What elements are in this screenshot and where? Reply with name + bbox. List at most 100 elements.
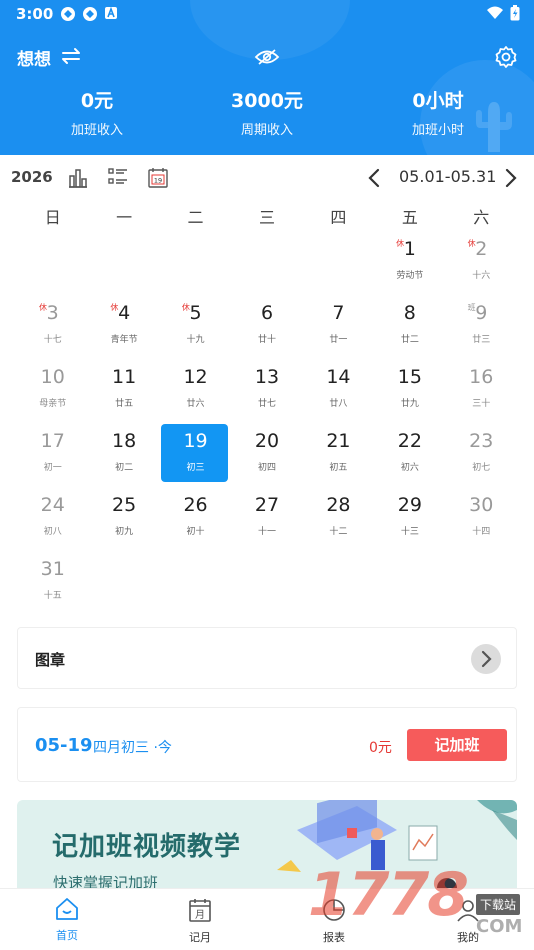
calendar-day[interactable]: 29 十三 (374, 488, 445, 550)
period-income-stat: 3000元 周期收入 (197, 86, 337, 138)
chevron-left-icon[interactable] (366, 167, 382, 189)
calendar-day[interactable]: 30 十四 (446, 488, 517, 550)
day-number: 24 (40, 494, 65, 516)
calendar-day[interactable]: 25 初九 (88, 488, 159, 550)
stat-label: 加班收入 (70, 123, 123, 138)
calendar-day[interactable]: 6 廿十 (231, 296, 302, 358)
account-name[interactable]: 想想 (17, 45, 51, 70)
system-icons (486, 5, 520, 21)
lunar-label: 初五 (329, 463, 348, 473)
banner-title: 记加班视频教学 (52, 832, 242, 862)
calendar-day[interactable]: 26 初十 (160, 488, 231, 550)
weekday-label: 二 (187, 208, 204, 227)
lunar-label: 廿十 (257, 335, 276, 345)
calendar-day[interactable]: 7 廿一 (303, 296, 374, 358)
day-number: 6 (260, 302, 274, 324)
seal-card[interactable]: 图章 (17, 627, 517, 689)
lunar-label: 初四 (257, 463, 276, 473)
calendar-day[interactable]: 10 母亲节 (17, 360, 88, 422)
swap-icon[interactable] (60, 46, 82, 66)
calendar-day[interactable]: 21 初五 (303, 424, 374, 486)
watermark-text: 1778 (308, 860, 469, 930)
eye-hidden-icon[interactable] (254, 47, 280, 67)
day-number: 8 (403, 302, 416, 324)
nav-label: 首页 (56, 929, 78, 942)
lunar-label: 廿九 (400, 399, 419, 409)
calendar-day[interactable]: 13 廿七 (231, 360, 302, 422)
day-number: 28 (326, 494, 351, 516)
calendar-day[interactable]: 24 初八 (17, 488, 88, 550)
nav-month-record[interactable]: 月 记月 (160, 897, 240, 945)
day-number: 27 (254, 494, 280, 516)
day-number: 1 (403, 238, 416, 260)
lunar-label: 母亲节 (39, 399, 67, 409)
lunar-label: 青年节 (110, 335, 138, 345)
weekday-label: 六 (473, 208, 490, 227)
overtime-income-stat: 0元 加班收入 (27, 86, 167, 138)
status-bar: 3:00 (0, 0, 534, 28)
day-number: 3 (46, 302, 59, 324)
calendar-day[interactable]: 19 初三 (160, 424, 231, 486)
calendar-day[interactable]: 14 廿八 (303, 360, 374, 422)
day-number: 23 (469, 430, 494, 452)
calendar-day[interactable]: 休 1 劳动节 (374, 232, 445, 294)
day-number: 20 (254, 430, 280, 452)
calendar-day[interactable]: 班 9 廿三 (446, 296, 517, 358)
calendar-day[interactable]: 12 廿六 (160, 360, 231, 422)
calendar-day[interactable]: 休 2 十六 (446, 232, 517, 294)
weekday-label: 日 (44, 208, 61, 227)
date-range-label[interactable]: 05.01-05.31 (399, 167, 496, 186)
record-overtime-button[interactable]: 记加班 (407, 729, 507, 761)
app-notification-icon (61, 7, 75, 21)
day-number: 17 (40, 430, 65, 452)
lunar-label: 初二 (115, 463, 134, 473)
calendar-day[interactable]: 11 廿五 (88, 360, 159, 422)
day-number: 25 (112, 494, 137, 516)
calendar-day[interactable]: 23 初七 (446, 424, 517, 486)
lunar-label: 十三 (400, 527, 419, 537)
calendar-day[interactable]: 18 初二 (88, 424, 159, 486)
svg-text:19: 19 (154, 177, 162, 185)
calendar-day[interactable]: 28 十二 (303, 488, 374, 550)
calendar-day[interactable]: 休 5 十九 (160, 296, 231, 358)
nav-home[interactable]: 首页 (27, 897, 107, 943)
lunar-label: 劳动节 (396, 271, 424, 281)
calendar-day[interactable]: 27 十一 (231, 488, 302, 550)
lunar-label: 十二 (329, 527, 348, 537)
lunar-label: 初六 (400, 463, 419, 473)
calendar-day[interactable]: 20 初四 (231, 424, 302, 486)
calendar-day[interactable]: 31 十五 (17, 552, 88, 614)
chevron-right-icon[interactable] (503, 167, 519, 189)
lunar-date: 四月初三 ·今 (93, 740, 172, 756)
selected-date: 05-19 (35, 735, 93, 756)
calendar-day[interactable]: 17 初一 (17, 424, 88, 486)
lunar-label: 廿六 (186, 399, 205, 409)
list-icon[interactable] (107, 166, 129, 188)
seal-title: 图章 (35, 651, 66, 669)
calendar-day[interactable]: 22 初六 (374, 424, 445, 486)
calendar-day[interactable]: 8 廿二 (374, 296, 445, 358)
calendar-day[interactable]: 16 三十 (446, 360, 517, 422)
weekday-label: 三 (258, 208, 275, 227)
lunar-label: 初七 (472, 463, 491, 473)
day-number: 21 (326, 430, 351, 452)
stat-label: 周期收入 (240, 123, 293, 138)
lunar-label: 十四 (472, 527, 491, 537)
weekday-label: 五 (401, 208, 418, 227)
lunar-label: 十五 (43, 591, 62, 601)
today-calendar-icon[interactable]: 19 (146, 166, 170, 190)
seal-open-button[interactable] (471, 644, 501, 674)
notification-icons (60, 6, 118, 22)
stat-value: 3000元 (231, 90, 303, 112)
lunar-label: 初三 (186, 463, 205, 473)
statistics-icon[interactable] (66, 166, 90, 190)
calendar-day[interactable]: 休 3 十七 (17, 296, 88, 358)
day-number: 29 (397, 494, 422, 516)
calendar-day[interactable]: 休 4 青年节 (88, 296, 159, 358)
calendar-day[interactable]: 15 廿九 (374, 360, 445, 422)
day-number: 31 (40, 558, 65, 580)
home-icon (56, 898, 78, 920)
gear-icon[interactable] (494, 45, 518, 69)
year-label[interactable]: 2026 (11, 168, 53, 186)
overtime-record-card: 05-19 四月初三 ·今 0元 记加班 (17, 707, 517, 782)
